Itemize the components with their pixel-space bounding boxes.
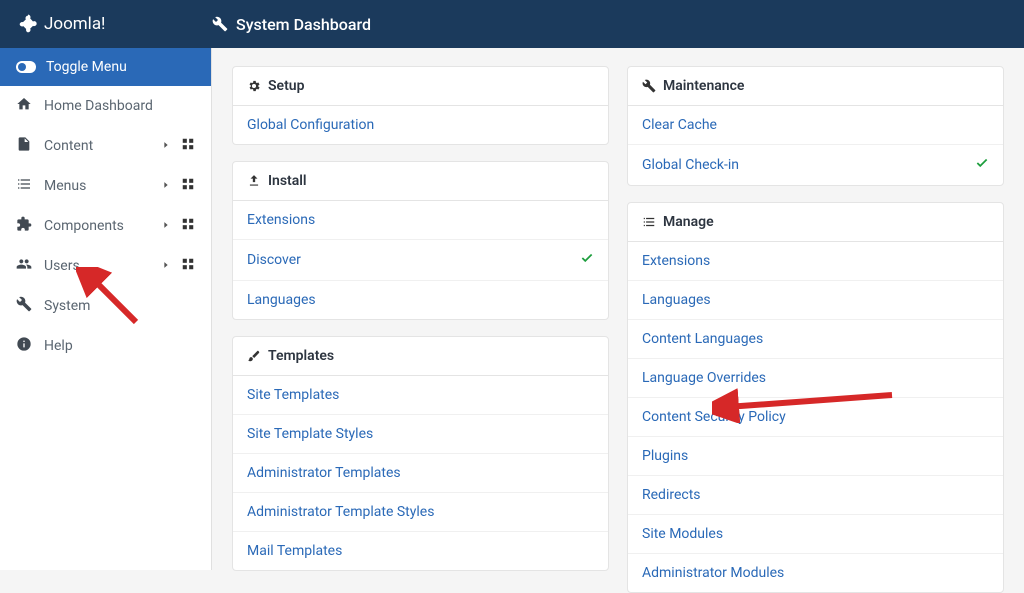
chevron-right-icon <box>161 218 171 234</box>
link-site-template-styles[interactable]: Site Template Styles <box>233 415 608 454</box>
nav-item-system[interactable]: System <box>0 286 211 326</box>
panel-items: Clear CacheGlobal Check-in <box>628 106 1003 185</box>
list-icon <box>642 215 656 229</box>
link-global-configuration[interactable]: Global Configuration <box>233 106 608 144</box>
wrench-icon <box>16 296 34 316</box>
file-icon <box>16 136 34 156</box>
link-administrator-templates[interactable]: Administrator Templates <box>233 454 608 493</box>
nav-item-users[interactable]: Users <box>0 246 211 286</box>
link-plugins[interactable]: Plugins <box>628 437 1003 476</box>
brush-icon <box>247 349 261 363</box>
grid-icon[interactable] <box>181 257 195 275</box>
panel-header: Maintenance <box>628 67 1003 106</box>
toggle-icon <box>16 61 36 73</box>
nav-item-menus[interactable]: Menus <box>0 166 211 206</box>
link-redirects[interactable]: Redirects <box>628 476 1003 515</box>
check-icon <box>580 251 594 269</box>
nav-label: System <box>44 298 90 314</box>
nav-label: Home Dashboard <box>44 98 153 114</box>
info-icon <box>16 336 34 356</box>
nav-item-components[interactable]: Components <box>0 206 211 246</box>
chevron-right-icon <box>161 178 171 194</box>
toggle-menu-button[interactable]: Toggle Menu <box>0 48 211 86</box>
link-global-check-in[interactable]: Global Check-in <box>628 145 1003 185</box>
home-icon <box>16 96 34 116</box>
nav-label: Content <box>44 138 93 154</box>
link-site-templates[interactable]: Site Templates <box>233 376 608 415</box>
upload-icon <box>247 174 261 188</box>
nav-item-content[interactable]: Content <box>0 126 211 166</box>
column-right: Maintenance Clear CacheGlobal Check-in M… <box>627 66 1004 552</box>
grid-icon[interactable] <box>181 177 195 195</box>
panel-header: Manage <box>628 203 1003 242</box>
panel-header: Setup <box>233 67 608 106</box>
gear-icon <box>247 79 261 93</box>
panel-items: ExtensionsDiscoverLanguages <box>233 201 608 319</box>
link-language-overrides[interactable]: Language Overrides <box>628 359 1003 398</box>
panel-templates: Templates Site TemplatesSite Template St… <box>232 336 609 571</box>
chevron-right-icon <box>161 258 171 274</box>
grid-icon[interactable] <box>181 217 195 235</box>
panel-items: Site TemplatesSite Template StylesAdmini… <box>233 376 608 570</box>
page-title: System Dashboard <box>212 15 371 34</box>
link-administrator-modules[interactable]: Administrator Modules <box>628 554 1003 592</box>
wrench-icon <box>212 16 228 32</box>
panel-header: Install <box>233 162 608 201</box>
link-extensions[interactable]: Extensions <box>628 242 1003 281</box>
nav-label: Users <box>44 258 80 274</box>
link-languages[interactable]: Languages <box>628 281 1003 320</box>
users-icon <box>16 256 34 276</box>
grid-icon[interactable] <box>181 137 195 155</box>
nav-item-help[interactable]: Help <box>0 326 211 366</box>
topbar: Joomla! System Dashboard <box>0 0 1024 48</box>
link-clear-cache[interactable]: Clear Cache <box>628 106 1003 145</box>
panel-install: Install ExtensionsDiscoverLanguages <box>232 161 609 320</box>
wrench-icon <box>642 79 656 93</box>
check-icon <box>975 156 989 174</box>
link-content-languages[interactable]: Content Languages <box>628 320 1003 359</box>
panel-items: ExtensionsLanguagesContent LanguagesLang… <box>628 242 1003 592</box>
link-mail-templates[interactable]: Mail Templates <box>233 532 608 570</box>
nav-list: Home Dashboard Content Menus Components User… <box>0 86 211 366</box>
link-languages[interactable]: Languages <box>233 281 608 319</box>
link-administrator-template-styles[interactable]: Administrator Template Styles <box>233 493 608 532</box>
puzzle-icon <box>16 216 34 236</box>
brand-text: Joomla! <box>44 14 105 34</box>
nav-label: Components <box>44 218 124 234</box>
nav-item-home-dashboard[interactable]: Home Dashboard <box>0 86 211 126</box>
nav-label: Menus <box>44 178 86 194</box>
column-left: Setup Global Configuration Install Exten… <box>232 66 609 552</box>
panel-maintenance: Maintenance Clear CacheGlobal Check-in <box>627 66 1004 186</box>
link-site-modules[interactable]: Site Modules <box>628 515 1003 554</box>
brand-logo[interactable]: Joomla! <box>0 14 212 34</box>
list-icon <box>16 176 34 196</box>
panel-header: Templates <box>233 337 608 376</box>
link-discover[interactable]: Discover <box>233 240 608 281</box>
sidebar: Toggle Menu Home Dashboard Content Menus Co… <box>0 48 212 570</box>
nav-label: Help <box>44 338 73 354</box>
main-content: Setup Global Configuration Install Exten… <box>212 48 1024 570</box>
panel-setup: Setup Global Configuration <box>232 66 609 145</box>
chevron-right-icon <box>161 138 171 154</box>
panel-items: Global Configuration <box>233 106 608 144</box>
panel-manage: Manage ExtensionsLanguagesContent Langua… <box>627 202 1004 593</box>
joomla-icon <box>18 14 38 34</box>
link-content-security-policy[interactable]: Content Security Policy <box>628 398 1003 437</box>
link-extensions[interactable]: Extensions <box>233 201 608 240</box>
